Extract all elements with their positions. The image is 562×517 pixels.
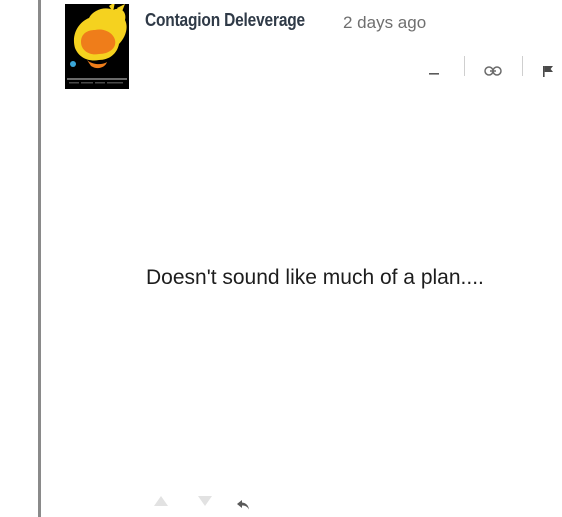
flag-icon <box>543 66 553 77</box>
action-separator <box>522 56 523 76</box>
thread-indent-rule <box>38 0 41 517</box>
comment-author-name[interactable]: Contagion Deleverage <box>145 10 305 31</box>
comment-page: Contagion Deleverage 2 days ago Doesn't … <box>0 0 562 517</box>
flag-comment-button[interactable] <box>540 60 556 82</box>
downvote-button[interactable] <box>195 494 215 508</box>
collapse-comment-button[interactable] <box>426 60 442 82</box>
reply-arrow-icon <box>237 500 249 510</box>
comment-body-text: Doesn't sound like much of a plan.... <box>146 266 484 289</box>
upvote-button[interactable] <box>151 494 171 508</box>
link-icon <box>484 66 502 76</box>
author-avatar[interactable] <box>65 4 129 89</box>
reply-button[interactable] <box>236 498 254 512</box>
minus-icon <box>429 73 439 75</box>
triangle-down-icon <box>198 496 212 506</box>
action-separator <box>464 56 465 76</box>
triangle-up-icon <box>154 496 168 506</box>
permalink-button[interactable] <box>482 60 504 82</box>
comment-timestamp[interactable]: 2 days ago <box>343 13 426 33</box>
